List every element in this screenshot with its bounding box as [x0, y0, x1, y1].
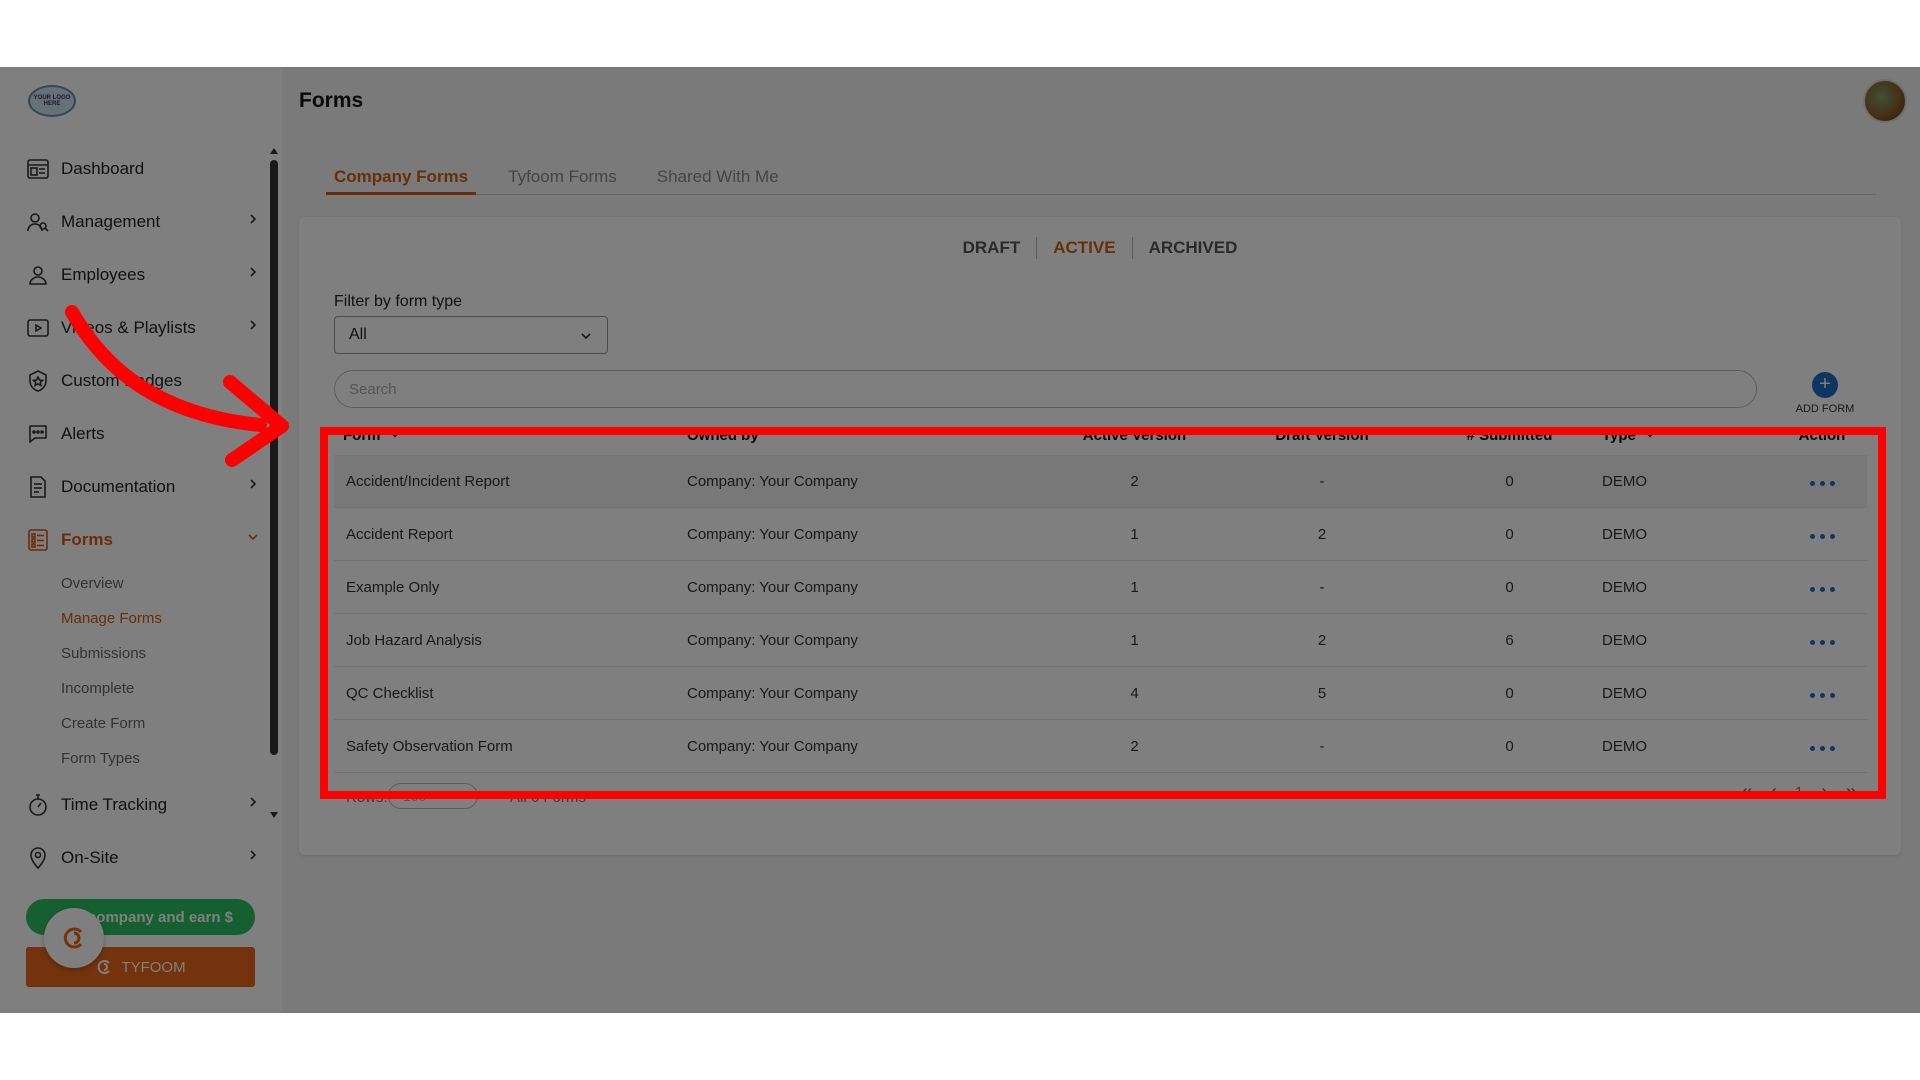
chevron-right-icon — [250, 797, 257, 807]
sidebar: YOUR LOGO HERE Dashboard Management Empl… — [0, 67, 282, 1013]
pointer-arrow-icon — [65, 305, 289, 467]
status-tab-active[interactable]: ACTIVE — [1037, 238, 1131, 258]
company-logo[interactable]: YOUR LOGO HERE — [28, 85, 76, 117]
chevron-right-icon — [250, 214, 257, 224]
submenu-item-submissions[interactable]: Submissions — [61, 636, 268, 671]
chat-icon — [25, 421, 51, 447]
submenu-item-create-form[interactable]: Create Form — [61, 706, 268, 741]
sidebar-item-management[interactable]: Management — [0, 195, 268, 248]
search-input[interactable] — [334, 370, 1757, 408]
sidebar-item-label: Employees — [61, 264, 146, 284]
user-avatar[interactable] — [1863, 79, 1907, 123]
status-tabs: DRAFT ACTIVE ARCHIVED — [299, 237, 1901, 259]
forms-submenu: Overview Manage Forms Submissions Incomp… — [0, 566, 268, 776]
badge-icon — [25, 368, 51, 394]
scroll-down-arrow-icon[interactable] — [270, 812, 278, 818]
location-pin-icon — [25, 845, 51, 871]
page-title: Forms — [299, 89, 364, 112]
submenu-item-overview[interactable]: Overview — [61, 566, 268, 601]
submenu-item-manage-forms[interactable]: Manage Forms — [61, 601, 268, 636]
sidebar-item-label: Documentation — [61, 476, 176, 496]
submenu-item-form-types[interactable]: Form Types — [61, 741, 268, 776]
sidebar-scrollbar[interactable] — [270, 148, 278, 818]
user-icon — [25, 262, 51, 288]
status-tab-draft[interactable]: DRAFT — [947, 238, 1037, 258]
logo-text: YOUR LOGO HERE — [33, 95, 71, 107]
management-icon — [25, 209, 51, 235]
status-tab-archived[interactable]: ARCHIVED — [1133, 238, 1254, 258]
tyfoom-logo-icon — [98, 960, 111, 974]
video-icon — [25, 315, 51, 341]
tab-shared-with-me[interactable]: Shared With Me — [649, 163, 787, 195]
chevron-right-icon — [250, 267, 257, 277]
chevron-right-icon — [250, 479, 257, 489]
plus-icon: + — [1812, 372, 1838, 398]
tyfoom-button-label: TYFOOM — [121, 958, 186, 976]
sidebar-item-label: Management — [61, 211, 161, 231]
sidebar-item-label: Forms — [61, 529, 113, 549]
tab-company-forms[interactable]: Company Forms — [326, 163, 477, 195]
sidebar-item-label: Dashboard — [61, 158, 145, 178]
sidebar-item-label: Time Tracking — [61, 794, 168, 814]
filter-label: Filter by form type — [334, 293, 463, 310]
sidebar-nav: Dashboard Management Employees Videos & … — [0, 142, 268, 884]
sidebar-item-time-tracking[interactable]: Time Tracking — [0, 778, 268, 831]
form-type-select-value: All — [349, 326, 367, 343]
highlight-frame — [320, 427, 1886, 799]
forms-tabs: Company Forms Tyfoom Forms Shared With M… — [326, 163, 1876, 195]
dashboard-icon — [25, 156, 51, 182]
tyfoom-assistant-button[interactable] — [44, 908, 104, 968]
sidebar-item-on-site[interactable]: On-Site — [0, 831, 268, 884]
form-type-select[interactable]: All — [334, 316, 608, 354]
sidebar-item-label: On-Site — [61, 847, 119, 867]
document-icon — [25, 474, 51, 500]
chevron-down-icon — [581, 333, 591, 340]
forms-icon — [25, 527, 51, 553]
add-form-button[interactable]: + ADD FORM — [1789, 372, 1861, 415]
sidebar-item-employees[interactable]: Employees — [0, 248, 268, 301]
add-form-label: ADD FORM — [1795, 403, 1855, 415]
submenu-item-incomplete[interactable]: Incomplete — [61, 671, 268, 706]
tab-tyfoom-forms[interactable]: Tyfoom Forms — [500, 163, 625, 195]
tyfoom-logo-icon — [63, 927, 83, 949]
sidebar-item-dashboard[interactable]: Dashboard — [0, 142, 268, 195]
sidebar-item-forms[interactable]: Forms — [0, 513, 268, 566]
chevron-right-icon — [250, 850, 257, 860]
scroll-up-arrow-icon[interactable] — [270, 148, 278, 154]
refer-button-label: company and earn $ — [87, 908, 234, 926]
chevron-down-icon — [248, 534, 258, 541]
stopwatch-icon — [25, 792, 51, 818]
